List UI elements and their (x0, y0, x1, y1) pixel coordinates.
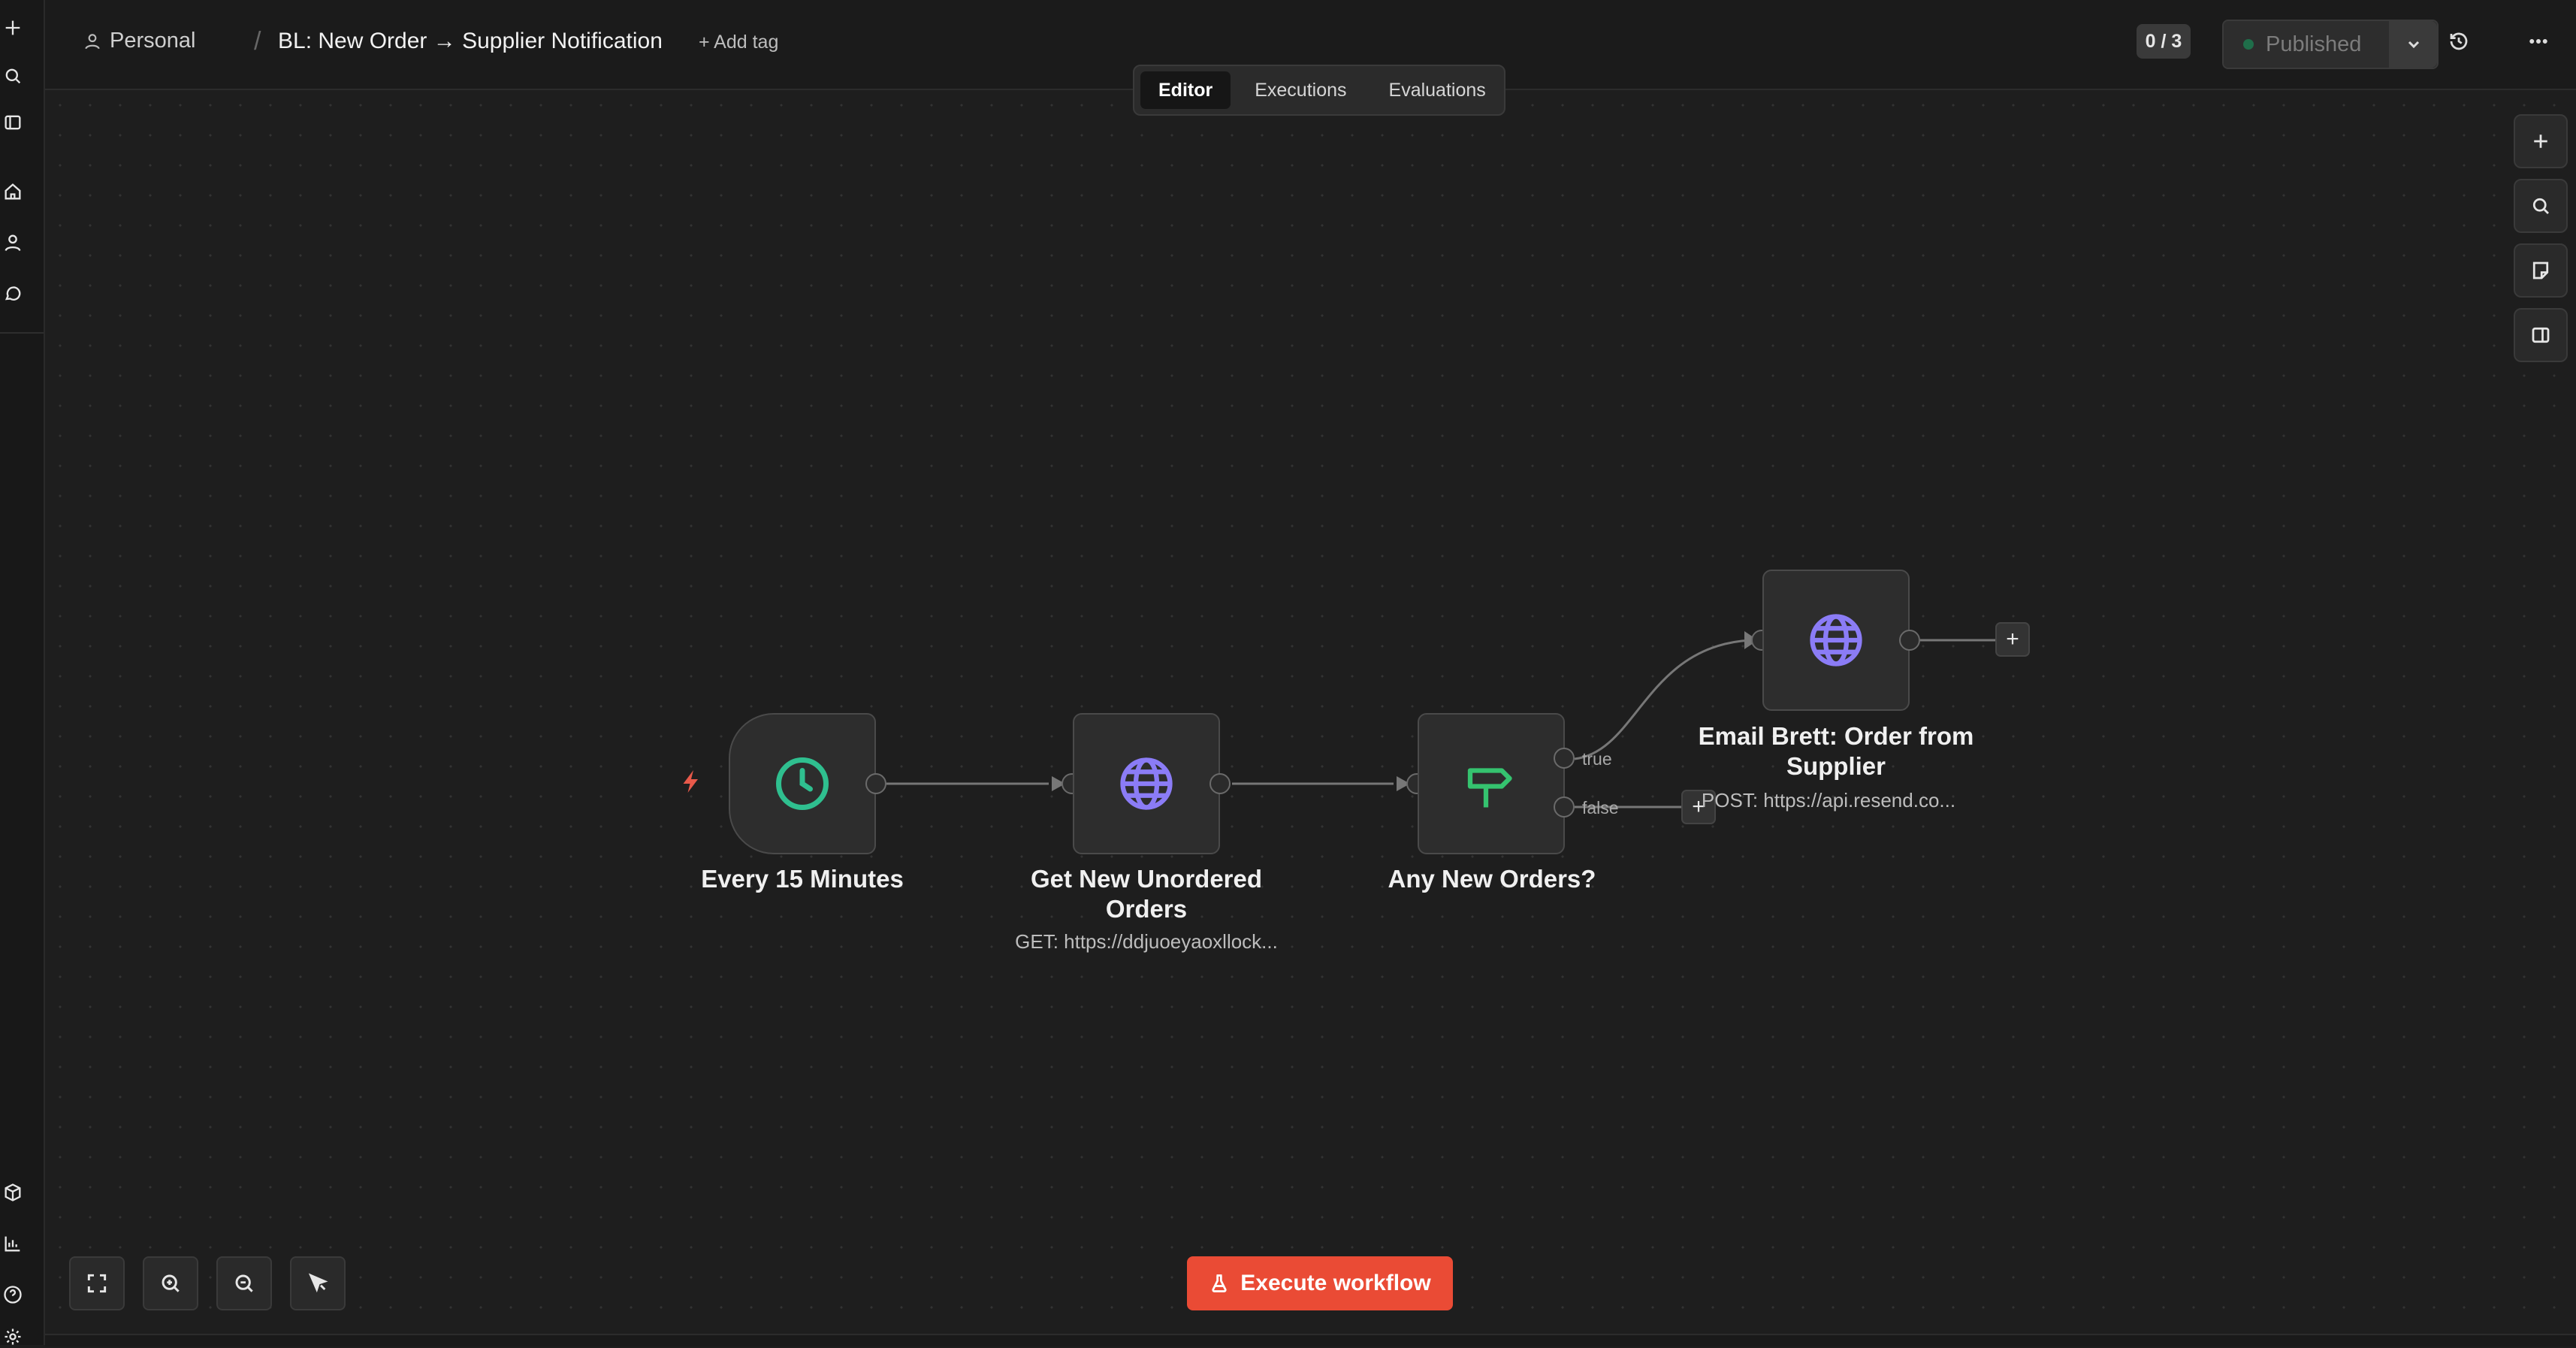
output-handle[interactable] (865, 773, 886, 794)
cursor-icon (308, 1273, 328, 1293)
node-http-get-orders[interactable] (1073, 713, 1220, 854)
globe-icon (1120, 757, 1173, 810)
node-label: Every 15 Minutes (701, 865, 904, 893)
globe-icon (1810, 614, 1862, 666)
connections-layer (886, 631, 1998, 808)
output-handle-true[interactable] (1554, 748, 1575, 769)
output-handle[interactable] (1899, 630, 1920, 651)
trigger-bolt-icon (683, 770, 698, 793)
output-handle-false[interactable] (1554, 796, 1575, 818)
tidy-up-button[interactable] (290, 1256, 346, 1310)
node-label: Any New Orders? (1388, 865, 1596, 893)
zoom-out-button[interactable] (216, 1256, 272, 1310)
zoom-in-button[interactable] (143, 1256, 198, 1310)
zoom-to-fit-button[interactable] (69, 1256, 125, 1310)
flask-icon (1212, 1274, 1227, 1292)
port-label-true: true (1582, 749, 1612, 769)
plus-icon: + (2006, 627, 2019, 651)
output-handle[interactable] (1209, 773, 1231, 794)
node-subtitle: GET: https://ddjuoeyaoxllock... (1015, 930, 1278, 953)
node-label: Email Brett: Order from Supplier (1698, 722, 1974, 780)
signpost-icon (1467, 768, 1512, 808)
zoom-in-icon (162, 1274, 180, 1292)
execute-workflow-label: Execute workflow (1240, 1271, 1431, 1295)
zoom-to-fit-icon (87, 1274, 107, 1293)
add-node-after-email-button[interactable]: + (1995, 622, 2030, 657)
execute-workflow-button[interactable]: Execute workflow (1187, 1256, 1453, 1310)
zoom-out-icon (235, 1274, 253, 1292)
node-label: Get New Unordered Orders (1030, 865, 1263, 923)
node-http-email-brett[interactable] (1762, 570, 1910, 711)
port-label-false: false (1582, 798, 1619, 818)
node-if-any-new-orders[interactable] (1418, 713, 1565, 854)
node-schedule-trigger[interactable] (729, 713, 876, 854)
node-subtitle: POST: https://api.resend.co... (1701, 789, 1956, 812)
clock-icon (776, 757, 829, 810)
